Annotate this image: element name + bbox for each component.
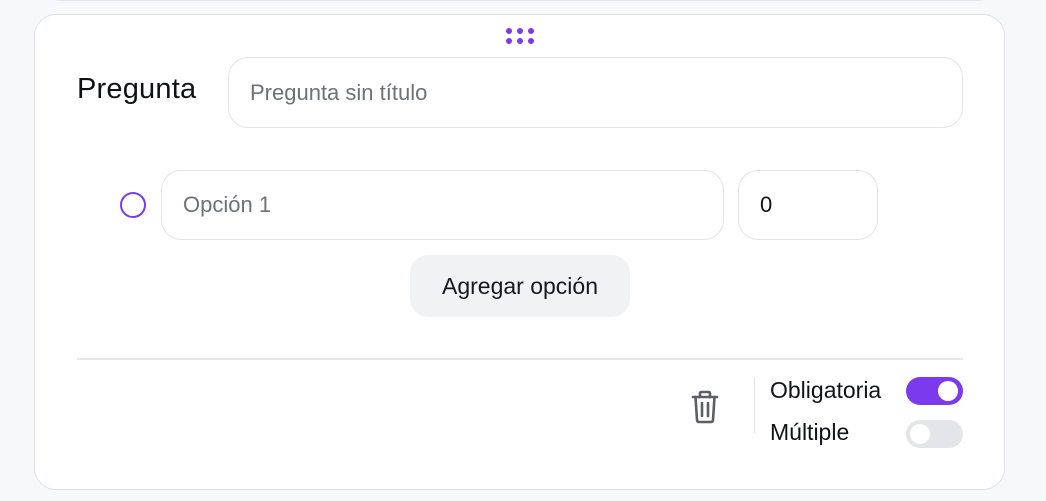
required-toggle-knob: [938, 381, 958, 401]
add-option-button[interactable]: Agregar opción: [410, 255, 630, 317]
question-label: Pregunta: [77, 73, 197, 105]
previous-card-edge: [44, 0, 995, 1]
footer-vertical-divider: [754, 377, 755, 433]
question-title-input[interactable]: [228, 57, 963, 128]
multiple-label: Múltiple: [770, 419, 850, 445]
option-score-input[interactable]: [738, 170, 878, 240]
multiple-toggle-knob: [910, 424, 930, 444]
drag-handle-icon[interactable]: [503, 25, 537, 47]
required-toggle[interactable]: [906, 377, 963, 405]
option-text-input[interactable]: [161, 170, 724, 240]
multiple-toggle[interactable]: [906, 420, 963, 448]
radio-icon: [120, 192, 146, 218]
trash-icon[interactable]: [687, 387, 723, 427]
question-card: Pregunta Agregar opción Obligatoria Múlt…: [34, 14, 1005, 490]
required-label: Obligatoria: [770, 377, 882, 403]
footer-divider: [77, 358, 963, 360]
